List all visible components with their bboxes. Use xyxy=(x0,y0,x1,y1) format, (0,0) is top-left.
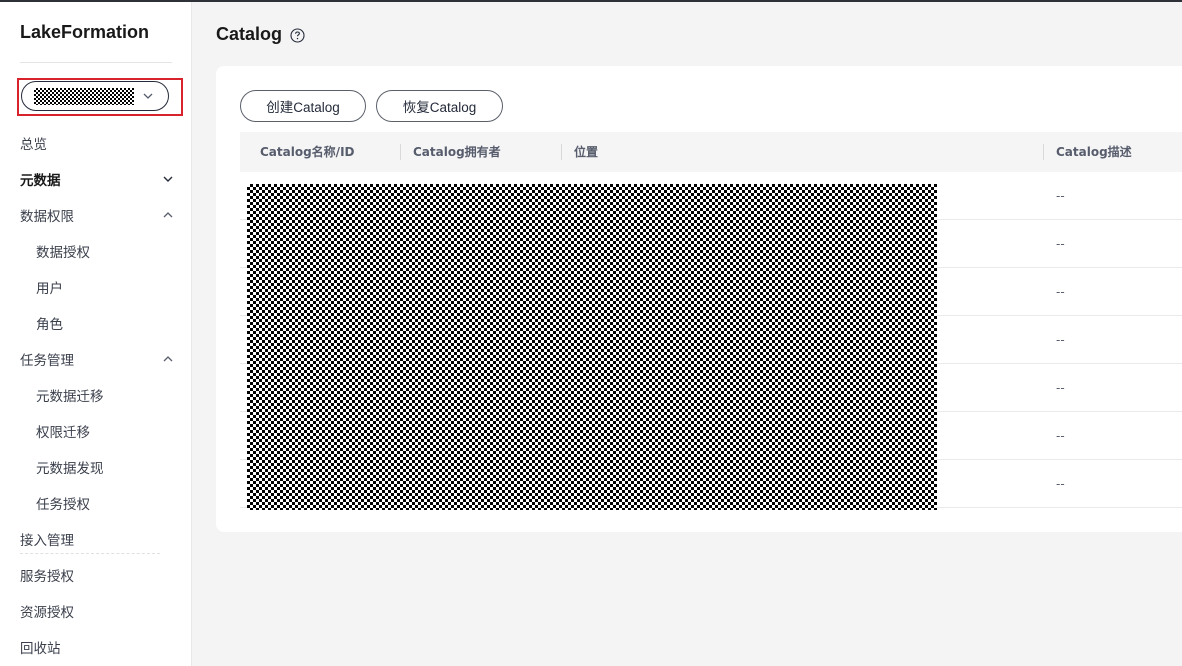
masked-selector-value xyxy=(34,88,134,105)
chevron-up-icon xyxy=(163,212,173,218)
region-selector[interactable] xyxy=(21,81,169,111)
nav-item-access-management[interactable]: 接入管理 xyxy=(0,521,192,557)
column-header-description[interactable]: Catalog描述 xyxy=(1056,132,1132,172)
nav-item-label: 接入管理 xyxy=(20,533,74,548)
catalog-description-cell: -- xyxy=(1056,429,1065,443)
nav-item-label: 回收站 xyxy=(20,641,61,656)
nav-item-label: 总览 xyxy=(20,137,47,152)
nav-item-label: 用户 xyxy=(36,281,63,296)
nav-item-label: 服务授权 xyxy=(20,569,74,584)
column-header-name[interactable]: Catalog名称/ID xyxy=(260,132,355,172)
column-separator xyxy=(1043,144,1044,160)
nav-item-permission-migration[interactable]: 权限迁移 xyxy=(0,413,192,449)
nav-item-label: 任务授权 xyxy=(36,497,90,512)
nav-item-service-authorization[interactable]: 服务授权 xyxy=(0,557,192,593)
nav-item-label: 数据授权 xyxy=(36,245,90,260)
column-header-location[interactable]: 位置 xyxy=(574,132,598,172)
nav-item-metadata-discovery[interactable]: 元数据发现 xyxy=(0,449,192,485)
nav-item-label: 权限迁移 xyxy=(36,425,90,440)
table-header: Catalog名称/ID Catalog拥有者 位置 Catalog描述 xyxy=(240,132,1182,172)
catalog-description-cell: -- xyxy=(1056,237,1065,251)
column-separator xyxy=(400,144,401,160)
nav-item-overview[interactable]: 总览 xyxy=(0,125,192,161)
page-title: Catalog xyxy=(216,24,283,44)
nav-item-task-authorization[interactable]: 任务授权 xyxy=(0,485,192,521)
catalog-description-cell: -- xyxy=(1056,477,1065,491)
restore-catalog-button[interactable]: 恢复Catalog xyxy=(376,90,503,122)
chevron-down-icon xyxy=(143,93,153,99)
catalog-description-cell: -- xyxy=(1056,285,1065,299)
chevron-up-icon xyxy=(163,356,173,362)
column-separator xyxy=(561,144,562,160)
nav-item-metadata[interactable]: 元数据 xyxy=(0,161,192,197)
question-circle-icon[interactable] xyxy=(290,28,305,43)
create-catalog-button[interactable]: 创建Catalog xyxy=(240,90,366,122)
nav-item-roles[interactable]: 角色 xyxy=(0,305,192,341)
catalog-description-cell: -- xyxy=(1056,189,1065,203)
catalog-description-cell: -- xyxy=(1056,381,1065,395)
nav-item-label: 任务管理 xyxy=(20,353,74,368)
nav-item-task-management[interactable]: 任务管理 xyxy=(0,341,192,377)
nav-item-label: 元数据发现 xyxy=(36,461,104,476)
nav-item-resource-authorization[interactable]: 资源授权 xyxy=(0,593,192,629)
app-title: LakeFormation xyxy=(20,22,150,42)
nav-item-label: 元数据迁移 xyxy=(36,389,104,404)
nav-item-data-permissions[interactable]: 数据权限 xyxy=(0,197,192,233)
chevron-down-icon xyxy=(163,176,173,182)
nav-item-data-authorization[interactable]: 数据授权 xyxy=(0,233,192,269)
brand-divider xyxy=(20,62,172,63)
nav-item-label: 元数据 xyxy=(20,173,61,188)
nav-item-label: 数据权限 xyxy=(20,209,74,224)
catalog-description-cell: -- xyxy=(1056,333,1065,347)
redacted-table-content xyxy=(247,184,937,510)
nav-item-label: 资源授权 xyxy=(20,605,74,620)
nav-item-label: 角色 xyxy=(36,317,63,332)
nav-divider xyxy=(20,553,160,554)
column-header-owner[interactable]: Catalog拥有者 xyxy=(413,132,501,172)
nav-item-metadata-migration[interactable]: 元数据迁移 xyxy=(0,377,192,413)
nav-item-users[interactable]: 用户 xyxy=(0,269,192,305)
nav-item-recycle-bin[interactable]: 回收站 xyxy=(0,629,192,665)
